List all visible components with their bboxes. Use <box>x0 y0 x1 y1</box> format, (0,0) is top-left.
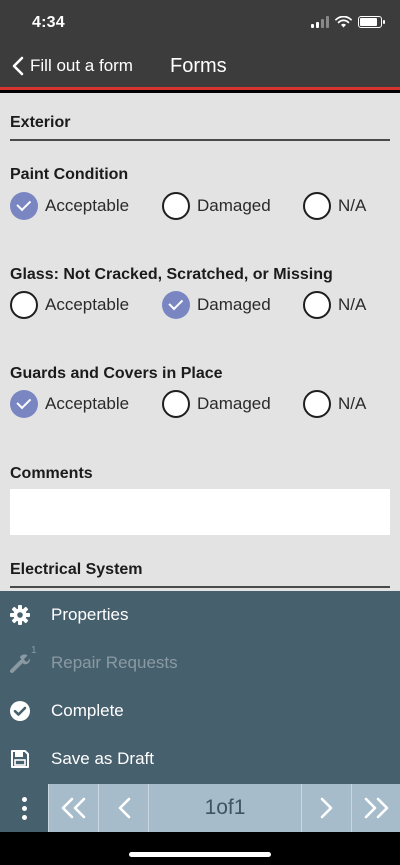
comments-field[interactable] <box>10 489 390 535</box>
radio-checked-icon <box>10 390 38 418</box>
radio-checked-icon <box>10 192 38 220</box>
radio-option-label: Damaged <box>197 394 271 413</box>
repair-requests-badge: 1 <box>31 645 37 656</box>
question-label-guards: Guards and Covers in Place <box>10 365 223 382</box>
radio-option-label: Acceptable <box>45 196 130 215</box>
radio-option-label: N/A <box>338 196 367 215</box>
status-icons <box>311 16 385 28</box>
gear-icon <box>9 604 31 626</box>
double-chevron-left-icon <box>61 797 85 819</box>
next-page-button[interactable] <box>302 784 351 832</box>
radio-option-label: Acceptable <box>45 394 130 413</box>
radio-unchecked-icon <box>303 192 331 220</box>
save-icon <box>9 748 31 770</box>
form-content: Exterior Paint Condition Acceptable Dama… <box>0 93 400 591</box>
back-button-label: Fill out a form <box>30 56 133 75</box>
radio-option-paint-damaged[interactable]: Damaged <box>162 192 271 220</box>
menu-item-properties[interactable]: Properties <box>0 591 400 639</box>
status-time: 4:34 <box>32 14 65 31</box>
radio-option-glass-damaged[interactable]: Damaged <box>162 291 271 319</box>
radio-unchecked-icon <box>303 291 331 319</box>
section-header-exterior: Exterior <box>10 114 390 141</box>
radio-unchecked-icon <box>303 390 331 418</box>
radio-option-guards-damaged[interactable]: Damaged <box>162 390 271 418</box>
wifi-icon <box>335 16 352 28</box>
nav-bar: Fill out a form Forms <box>0 46 400 90</box>
radio-option-label: Damaged <box>197 295 271 314</box>
menu-item-label: Save as Draft <box>51 749 154 768</box>
question-label-paint-condition: Paint Condition <box>10 166 129 183</box>
check-circle-icon <box>9 700 31 722</box>
radio-unchecked-icon <box>162 192 190 220</box>
chevron-left-icon <box>118 797 130 819</box>
radio-option-paint-na[interactable]: N/A <box>303 192 366 220</box>
section-header-electrical: Electrical System <box>10 561 390 588</box>
cellular-signal-icon <box>311 16 329 28</box>
chevron-right-icon <box>320 797 332 819</box>
menu-item-complete[interactable]: Complete <box>0 687 400 735</box>
last-page-button[interactable] <box>351 784 400 832</box>
radio-checked-icon <box>162 291 190 319</box>
radio-option-glass-na[interactable]: N/A <box>303 291 366 319</box>
radio-option-label: Acceptable <box>45 295 130 314</box>
menu-item-label: Properties <box>51 605 129 624</box>
page-indicator: 1of1 <box>148 784 302 832</box>
first-page-button[interactable] <box>48 784 98 832</box>
status-bar: 4:34 <box>0 0 400 46</box>
more-options-icon[interactable] <box>0 784 48 832</box>
question-label-glass: Glass: Not Cracked, Scratched, or Missin… <box>10 266 333 283</box>
home-indicator-area <box>0 832 400 865</box>
radio-option-label: N/A <box>338 394 367 413</box>
battery-icon <box>358 16 385 28</box>
double-chevron-right-icon <box>364 797 389 819</box>
radio-option-glass-acceptable[interactable]: Acceptable <box>10 291 129 319</box>
action-menu: Properties 1 Repair Requests Complete Sa… <box>0 591 400 784</box>
menu-item-save-draft[interactable]: Save as Draft <box>0 735 400 783</box>
comments-label: Comments <box>10 465 93 482</box>
pager: 1of1 <box>0 784 400 832</box>
radio-option-label: Damaged <box>197 196 271 215</box>
back-button[interactable]: Fill out a form <box>12 56 133 76</box>
chevron-left-icon <box>12 56 24 76</box>
wrench-icon <box>9 652 31 674</box>
radio-option-guards-acceptable[interactable]: Acceptable <box>10 390 129 418</box>
radio-option-guards-na[interactable]: N/A <box>303 390 366 418</box>
radio-option-label: N/A <box>338 295 367 314</box>
radio-option-paint-acceptable[interactable]: Acceptable <box>10 192 129 220</box>
menu-item-repair-requests[interactable]: 1 Repair Requests <box>0 639 400 687</box>
radio-unchecked-icon <box>162 390 190 418</box>
previous-page-button[interactable] <box>98 784 148 832</box>
menu-item-label: Repair Requests <box>51 653 178 672</box>
home-indicator[interactable] <box>129 852 271 857</box>
page-title: Forms <box>170 55 227 77</box>
radio-unchecked-icon <box>10 291 38 319</box>
menu-item-label: Complete <box>51 701 124 720</box>
